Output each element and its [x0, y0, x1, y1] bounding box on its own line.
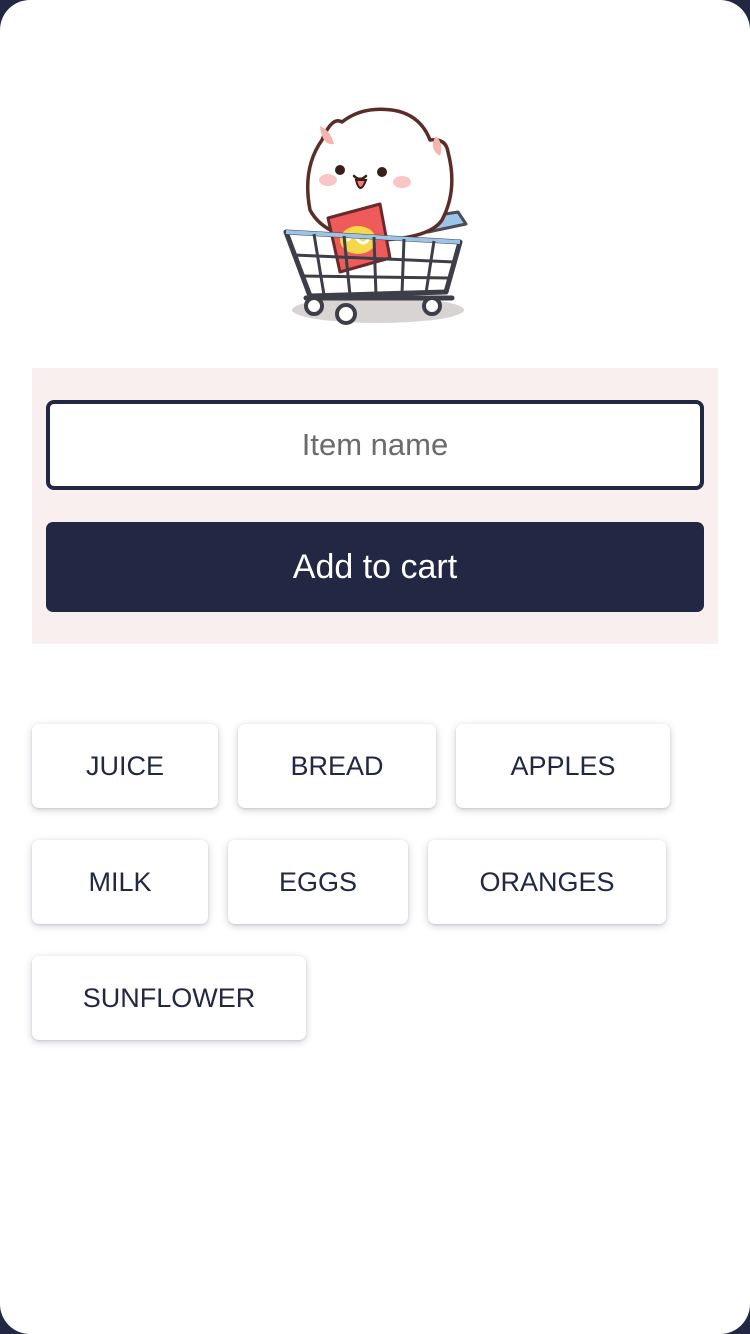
add-to-cart-button[interactable]: Add to cart — [46, 522, 704, 612]
item-chip-milk[interactable]: MILK — [32, 840, 208, 924]
item-chip-juice[interactable]: JUICE — [32, 724, 218, 808]
item-chip-eggs[interactable]: EGGS — [228, 840, 408, 924]
app-screen: Add to cart JUICE BREAD APPLES MILK EGGS… — [0, 0, 750, 1334]
add-item-panel: Add to cart — [32, 368, 718, 644]
item-name-input[interactable] — [46, 400, 704, 490]
item-chip-oranges[interactable]: ORANGES — [428, 840, 666, 924]
item-chip-apples[interactable]: APPLES — [456, 724, 670, 808]
cat-in-shopping-cart-icon — [283, 107, 468, 325]
item-chip-bread[interactable]: BREAD — [238, 724, 436, 808]
item-chip-sunflower[interactable]: SUNFLOWER — [32, 956, 306, 1040]
